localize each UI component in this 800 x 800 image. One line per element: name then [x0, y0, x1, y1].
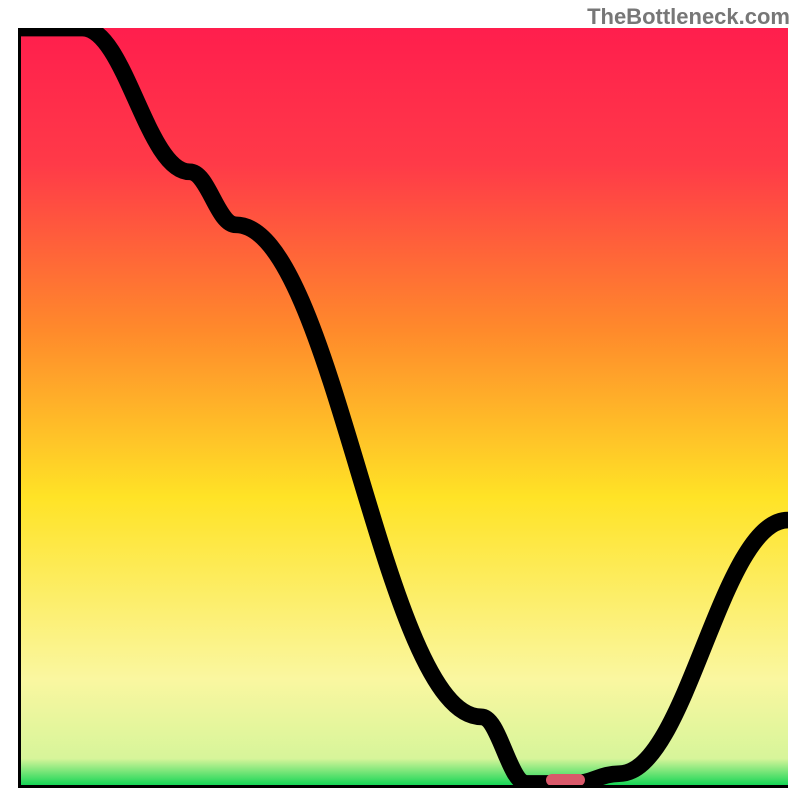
chart-frame: TheBottleneck.com — [0, 0, 800, 800]
bottleneck-curve — [21, 28, 788, 783]
curve-layer — [21, 28, 788, 785]
watermark-text: TheBottleneck.com — [587, 4, 790, 30]
plot-area — [18, 28, 788, 788]
optimal-marker — [546, 774, 584, 786]
